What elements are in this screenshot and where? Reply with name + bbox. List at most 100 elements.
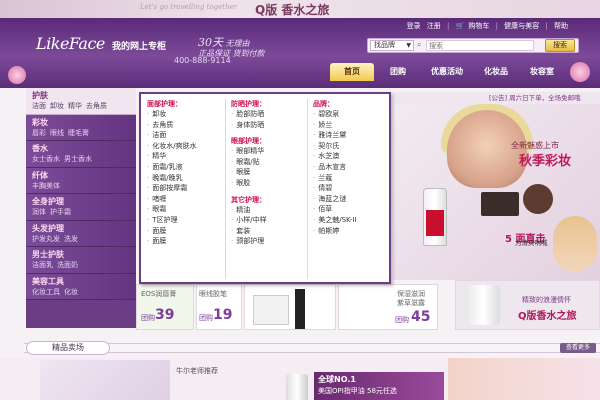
dropdown-item[interactable]: 套装 <box>231 226 267 237</box>
search-button[interactable]: 搜索 <box>545 39 575 52</box>
dropdown-item[interactable]: 去角质 <box>147 120 197 131</box>
nav-promotions[interactable]: 优惠活动 <box>422 63 472 81</box>
dropdown-item[interactable]: 眼胶 <box>231 178 267 189</box>
dropdown-item[interactable]: 眼膜 <box>231 167 267 178</box>
category-title: 香水 <box>32 144 48 153</box>
featured-note[interactable]: 牛尔老师推荐 <box>176 366 218 376</box>
category-haircare[interactable]: 头发护理 护发丸发 洗发 <box>26 220 136 247</box>
login-link[interactable]: 登录 <box>407 22 421 30</box>
subcategory-link[interactable]: 去角质 <box>86 102 107 110</box>
tile-price: 39 <box>155 307 175 323</box>
dropdown-item[interactable]: 兰蔻 <box>313 173 357 184</box>
product-tile-cream[interactable] <box>244 284 336 330</box>
subcategory-link[interactable]: 睫毛膏 <box>68 129 89 137</box>
nav-makeup-room[interactable]: 妆容室 <box>520 63 564 81</box>
search-input[interactable] <box>426 40 534 51</box>
dropdown-item[interactable]: 水芝澳 <box>313 151 357 162</box>
dropdown-item[interactable]: 化妆水/爽肤水 <box>147 141 196 152</box>
register-link[interactable]: 注册 <box>427 22 441 30</box>
product-tile-eos[interactable]: EOS润唇膏 团购 39 <box>136 284 194 330</box>
section-title[interactable]: 精品卖场 <box>26 341 110 355</box>
category-slimming[interactable]: 纤体 丰胸美体 <box>26 167 136 194</box>
dropdown-item[interactable]: 面膜 <box>147 226 197 237</box>
subcategory-link[interactable]: 化妆工具 <box>32 288 60 296</box>
featured-model-image[interactable] <box>448 358 600 400</box>
subcategory-link[interactable]: 洁面 <box>32 102 46 110</box>
notice-bar[interactable]: [公告] 周六日下单，全场免邮哦 <box>393 92 600 104</box>
dropdown-item[interactable]: 面膜 <box>147 236 197 247</box>
subcategory-link[interactable]: 洗发 <box>64 235 78 243</box>
dropdown-heading: 其它护理： <box>231 195 266 204</box>
dropdown-item[interactable]: 眼霜 <box>147 204 197 215</box>
subcategory-link[interactable]: 卸妆 <box>50 102 64 110</box>
dropdown-item[interactable]: 卸妆 <box>147 109 197 120</box>
dropdown-item[interactable]: 脸部防晒 <box>231 109 267 120</box>
dropdown-item[interactable]: 契尔氏 <box>313 141 357 152</box>
dropdown-item[interactable]: 啫喱 <box>147 194 197 205</box>
help-link[interactable]: 帮助 <box>554 22 568 30</box>
dropdown-item[interactable]: 身体防晒 <box>231 120 267 131</box>
dropdown-item[interactable]: 娇兰 <box>313 120 357 131</box>
dropdown-item[interactable]: 眼霜/贴 <box>231 157 267 168</box>
subcategory-link[interactable]: 女士香水 <box>32 155 60 163</box>
dropdown-item[interactable]: 眼部精华 <box>231 146 267 157</box>
subcategory-link[interactable]: 唇彩 <box>32 129 46 137</box>
dropdown-item[interactable]: 面部按摩霜 <box>147 183 197 194</box>
category-perfume[interactable]: 香水 女士香水 男士香水 <box>26 141 136 168</box>
site-logo[interactable]: LikeFace 我的网上专柜 400-888-9114 <box>36 34 231 65</box>
search-category-select[interactable]: 找品牌 ▼ <box>370 40 414 51</box>
dropdown-item[interactable]: 小样/中样 <box>231 215 266 226</box>
subcategory-link[interactable]: 眼线 <box>50 129 64 137</box>
subcategory-link[interactable]: 化妆 <box>64 288 78 296</box>
divider: | <box>447 22 450 30</box>
nav-cosmetics[interactable]: 化妆品 <box>474 63 518 81</box>
dropdown-item[interactable]: 海蓝之谜 <box>313 194 357 205</box>
tile-price: 19 <box>213 307 233 323</box>
dropdown-item[interactable]: 洁面 <box>147 130 197 141</box>
subcategory-link[interactable]: 洁面乳 <box>32 261 53 269</box>
tile-tag: 团购 <box>199 314 213 322</box>
dropdown-item[interactable]: 面霜/乳液 <box>147 162 197 173</box>
subcategory-link[interactable]: 精华 <box>68 102 82 110</box>
top-promo-strip[interactable]: Let's go travelling together Q版 香水之旅 <box>0 0 600 18</box>
dropdown-item[interactable]: 雅诗兰黛 <box>313 130 357 141</box>
dropdown-item[interactable]: 美之魅/SK-II <box>313 215 356 226</box>
category-makeup[interactable]: 彩妆 唇彩 眼线 睫毛膏 <box>26 114 136 141</box>
subcategory-link[interactable]: 丰胸美体 <box>32 182 60 190</box>
dropdown-item[interactable]: 品木宣言 <box>313 162 357 173</box>
featured-image[interactable] <box>40 360 170 400</box>
dropdown-item[interactable]: 精油 <box>231 205 267 216</box>
subcategory-link[interactable]: 洗面奶 <box>57 261 78 269</box>
subcategory-link[interactable]: 男士香水 <box>64 155 92 163</box>
model-image-2 <box>553 216 597 272</box>
opi-ad[interactable]: 全球NO.1 美国OPI指甲油 58元任选 <box>314 372 444 400</box>
category-bodycare[interactable]: 全身护理 润体 护手霜 <box>26 194 136 221</box>
subcategory-link[interactable]: 护发丸发 <box>32 235 60 243</box>
dropdown-item[interactable]: 倩碧 <box>313 183 357 194</box>
dropdown-item[interactable]: 精华 <box>147 151 197 162</box>
dropdown-item[interactable]: 颈部护理 <box>231 236 267 247</box>
more-button[interactable]: 查看更多 <box>560 343 596 353</box>
dropdown-item[interactable]: 帕斯婷 <box>313 226 357 237</box>
category-tools[interactable]: 美容工具 化妆工具 化妆 <box>26 273 136 300</box>
dropdown-item[interactable]: T区护理 <box>147 215 197 226</box>
beauty-link[interactable]: 健康与美容 <box>504 22 539 30</box>
hero-banner[interactable]: 全新魅惑上市 秋季彩妆 5 面直击 为清爽呐喊 <box>393 92 600 280</box>
cart-icon[interactable]: 🛒 <box>456 22 465 30</box>
product-tile-moisture[interactable]: 保湿滋润 紫草滋露 团购 45 <box>338 284 438 330</box>
category-men[interactable]: 男士护肤 洁面乳 洗面奶 <box>26 247 136 274</box>
dropdown-item[interactable]: 碧欧泉 <box>313 109 357 120</box>
category-skincare[interactable]: 护肤 洁面 卸妆 精华 去角质 <box>26 88 136 115</box>
subcategory-link[interactable]: 润体 <box>32 208 46 216</box>
dropdown-item[interactable]: 佰草 <box>313 204 357 215</box>
subcategory-link[interactable]: 护手霜 <box>50 208 71 216</box>
product-tile-eyeliner[interactable]: 眼线胶笔 团购 19 <box>196 284 242 330</box>
divider: | <box>495 22 498 30</box>
eyeshadow-palette-image <box>481 192 519 216</box>
search-category-label: 找品牌 <box>374 41 395 49</box>
nav-home[interactable]: 首页 <box>330 63 374 81</box>
dropdown-item[interactable]: 晚霜/晚乳 <box>147 173 197 184</box>
cart-link[interactable]: 购物车 <box>468 22 489 30</box>
product-tile-perfume[interactable]: 精致的浪漫情怀 Q版香水之旅 <box>455 280 600 330</box>
nav-groupbuy[interactable]: 团购 <box>376 63 420 81</box>
